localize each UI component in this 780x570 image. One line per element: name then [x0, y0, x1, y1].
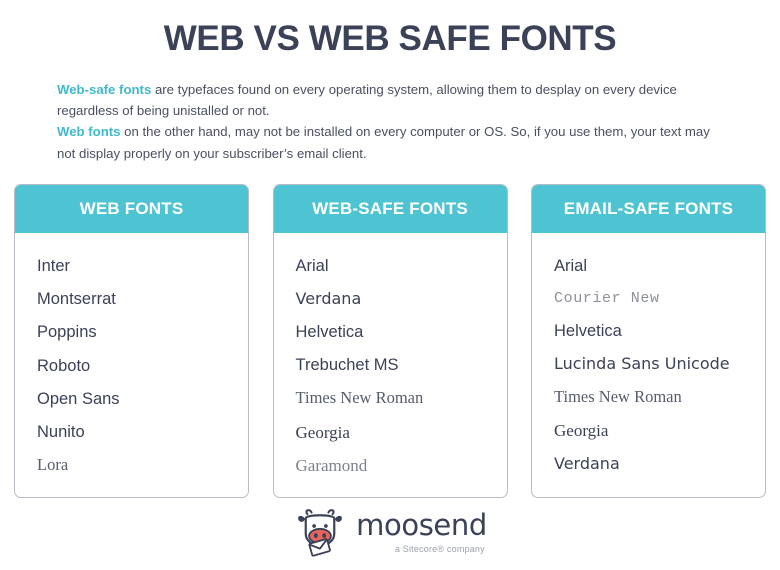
font-list-item: Georgia	[554, 421, 609, 441]
font-list-item: Times New Roman	[554, 386, 682, 406]
moosend-tagline: a Sitecore® company	[394, 543, 485, 554]
font-list-item: Garamond	[295, 456, 368, 476]
card-header-web-safe-fonts: WEB-SAFE FONTS	[273, 185, 507, 234]
font-list-item: Georgia	[295, 422, 350, 442]
intro-paragraph-2-rest: on the other hand, may not be installed …	[57, 124, 710, 161]
font-list-item: Verdana	[295, 289, 362, 309]
font-list-item: Open Sans	[37, 389, 120, 408]
accent-web-fonts: Web fonts	[57, 124, 121, 140]
card-email-safe-fonts: EMAIL-SAFE FONTS Arial Courier New Helveti…	[531, 184, 766, 498]
footer: moosend a Sitecore® company	[0, 505, 780, 557]
font-category-cards: WEB FONTS Inter Montserrat Poppins Roboto Op…	[14, 184, 766, 498]
intro-text: Web-safe fonts are typefaces found on ev…	[57, 79, 725, 165]
font-list-item: Helvetica	[554, 321, 622, 340]
moosend-logo: moosend a Sitecore® company	[293, 505, 487, 557]
font-list-item: Helvetica	[295, 322, 364, 341]
card-web-fonts: WEB FONTS Inter Montserrat Poppins Roboto Op…	[14, 184, 249, 498]
font-list-item: Arial	[554, 256, 588, 275]
page-title: WEB VS WEB SAFE FONTS	[163, 19, 617, 58]
card-web-safe-fonts: WEB-SAFE FONTS Arial Verdana Helvetica Treb…	[272, 184, 508, 498]
moosend-wordmark: moosend a Sitecore® company	[356, 509, 487, 554]
font-list-item: Trebuchet MS	[295, 356, 399, 375]
card-body-web-fonts: Inter Montserrat Poppins Roboto Open Sans Nun…	[15, 233, 248, 496]
moosend-brand-text: moosend	[356, 507, 487, 542]
font-list-item: Roboto	[37, 356, 91, 375]
font-list-item: Arial	[295, 256, 329, 275]
card-header-web-fonts: WEB FONTS	[15, 185, 248, 234]
card-body-email-safe-fonts: Arial Courier New Helvetica Lucinda Sans Un…	[532, 233, 765, 494]
font-list-item: Lucinda Sans Unicode	[554, 354, 730, 374]
font-list-item: Poppins	[37, 323, 97, 342]
intro-paragraph-2: Web fonts on the other hand, may not be …	[57, 121, 725, 164]
card-header-email-safe-fonts: EMAIL-SAFE FONTS	[532, 185, 765, 234]
font-list-item: Times New Roman	[295, 388, 424, 408]
font-list-item: Verdana	[554, 453, 620, 473]
font-list-item: Nunito	[37, 423, 85, 442]
accent-web-safe-fonts: Web-safe fonts	[57, 81, 152, 97]
infographic-page: WEB VS WEB SAFE FONTS Web-safe fonts are…	[0, 0, 780, 570]
font-list-item: Inter	[37, 256, 71, 275]
font-list-item: Lora	[37, 455, 69, 475]
font-list-item: Courier New	[554, 290, 660, 308]
font-list-item: Montserrat	[37, 290, 116, 309]
moosend-cow-icon	[293, 505, 347, 557]
card-body-web-safe-fonts: Arial Verdana Helvetica Trebuchet MS Times N…	[274, 233, 507, 496]
intro-paragraph-1: Web-safe fonts are typefaces found on ev…	[57, 79, 725, 122]
